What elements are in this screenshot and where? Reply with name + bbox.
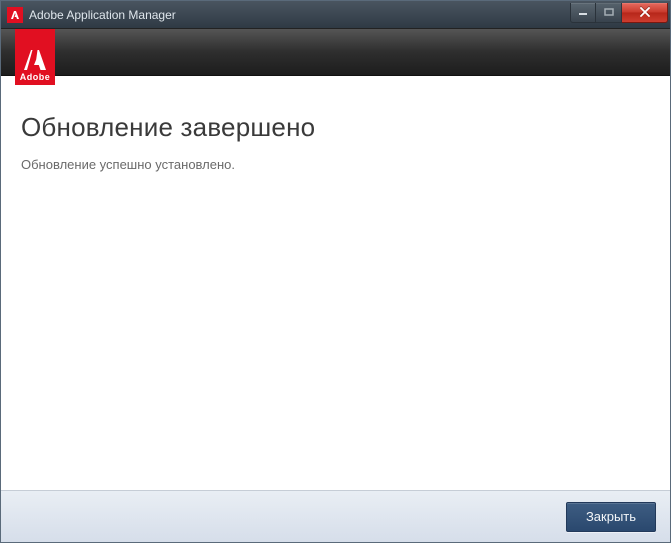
- content-area: Обновление завершено Обновление успешно …: [1, 76, 670, 490]
- window-title: Adobe Application Manager: [29, 8, 570, 22]
- minimize-button[interactable]: [570, 3, 596, 23]
- app-window: Adobe Application Manager Adobe Обновлен…: [0, 0, 671, 543]
- adobe-logo: Adobe: [15, 29, 55, 85]
- title-bar[interactable]: Adobe Application Manager: [1, 1, 670, 29]
- footer-bar: Закрыть: [1, 490, 670, 542]
- status-message: Обновление успешно установлено.: [21, 157, 650, 172]
- close-button[interactable]: [622, 3, 668, 23]
- adobe-logo-text: Adobe: [20, 73, 51, 82]
- header-band: Adobe: [1, 29, 670, 76]
- app-icon: [7, 7, 23, 23]
- page-heading: Обновление завершено: [21, 112, 650, 143]
- maximize-button: [596, 3, 622, 23]
- window-controls: [570, 3, 668, 23]
- close-dialog-button[interactable]: Закрыть: [566, 502, 656, 532]
